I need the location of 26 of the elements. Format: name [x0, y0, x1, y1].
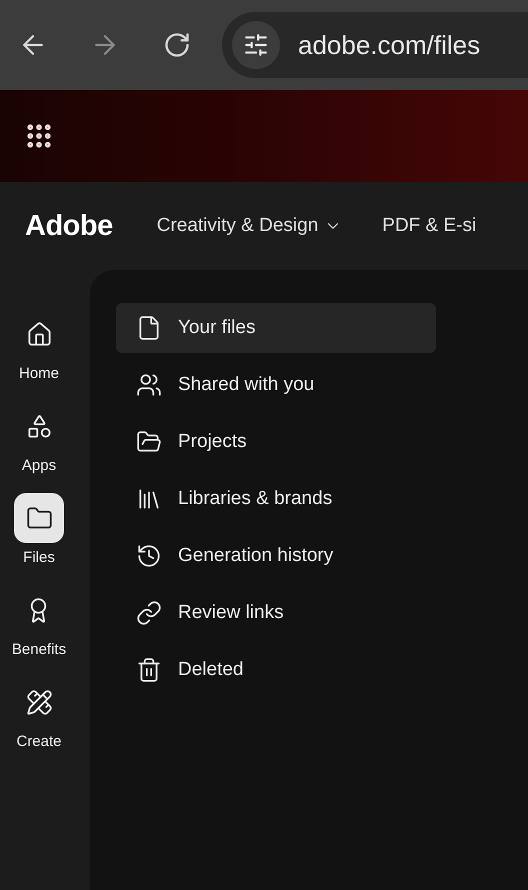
people-icon [136, 372, 162, 398]
address-bar[interactable]: adobe.com/files [222, 12, 528, 78]
url-field[interactable]: adobe.com/files [298, 30, 528, 60]
files-nav-item[interactable]: Your files [116, 303, 436, 353]
sliders-icon [243, 32, 269, 58]
history-icon [136, 543, 162, 569]
brand-logo[interactable]: Adobe [25, 210, 113, 242]
rail-item[interactable]: Apps [14, 401, 64, 474]
nav-link[interactable]: Creativity & Design [156, 215, 342, 237]
link-icon [136, 600, 162, 626]
trash-icon [136, 657, 162, 683]
files-nav-item[interactable]: Generation history [116, 531, 436, 581]
files-nav-item[interactable]: Deleted [116, 645, 436, 695]
nav-link[interactable]: PDF & E-si [382, 215, 476, 237]
files-nav-item[interactable]: Projects [116, 417, 436, 467]
pencil-ruler-icon [26, 688, 52, 716]
site-settings-button[interactable] [232, 21, 280, 69]
rail-item[interactable]: Create [14, 677, 64, 750]
folder-icon [26, 504, 52, 532]
files-nav-item[interactable]: Libraries & brands [116, 474, 436, 524]
rail-item[interactable]: Benefits [12, 585, 66, 658]
files-nav-item[interactable]: Shared with you [116, 360, 436, 410]
files-nav-item[interactable]: Review links [116, 588, 436, 638]
home-icon [26, 320, 52, 348]
rail-item[interactable]: Home [14, 309, 64, 382]
apps-icon [26, 412, 52, 440]
